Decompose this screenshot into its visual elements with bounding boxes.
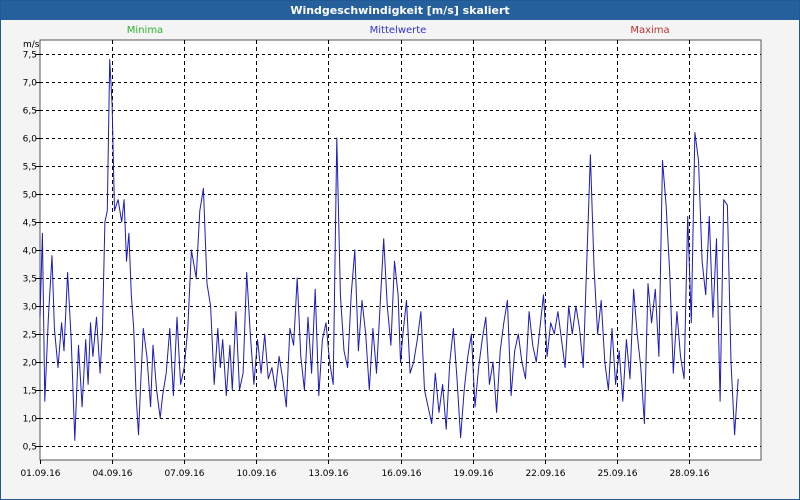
y-tick-label: 4,0 (23, 247, 38, 257)
legend-minima: Minima (127, 25, 163, 36)
legend-mittelwerte: Mittelwerte (370, 25, 427, 36)
y-tick-label: 3,0 (23, 303, 38, 313)
x-tick-label: 28.09.16 (669, 469, 709, 479)
chart-canvas: Windgeschwindigkeit [m/s] skaliert 0,5 1,… (0, 0, 800, 500)
x-tick-label: 19.09.16 (453, 469, 493, 479)
x-tick-label: 04.09.16 (92, 469, 132, 479)
y-axis-unit-label: m/s (23, 40, 40, 50)
y-tick-label: 5,0 (23, 191, 38, 201)
y-tick-label: 5,5 (23, 163, 37, 173)
y-tick-label: 6,5 (23, 107, 37, 117)
chart-title: Windgeschwindigkeit [m/s] skaliert (290, 4, 509, 17)
y-tick-label: 6,0 (23, 135, 38, 145)
y-tick-label: 1,5 (23, 387, 37, 397)
x-tick-label: 07.09.16 (164, 469, 204, 479)
y-tick-label: 7,0 (23, 79, 38, 89)
y-tick-label: 2,5 (23, 331, 37, 341)
y-tick-label: 2,0 (23, 359, 38, 369)
legend-maxima: Maxima (630, 25, 669, 36)
x-tick-label: 01.09.16 (20, 469, 60, 479)
y-tick-label: 3,5 (23, 275, 37, 285)
x-tick-label: 13.09.16 (308, 469, 348, 479)
x-tick-label: 22.09.16 (525, 469, 565, 479)
x-tick-label: 25.09.16 (597, 469, 637, 479)
y-tick-label: 4,5 (23, 219, 37, 229)
x-tick-label: 16.09.16 (381, 469, 421, 479)
y-tick-label: 0,5 (23, 443, 37, 453)
x-tick-label: 10.09.16 (236, 469, 276, 479)
y-tick-label: 7,5 (23, 51, 37, 61)
y-tick-label: 1,0 (23, 415, 38, 425)
